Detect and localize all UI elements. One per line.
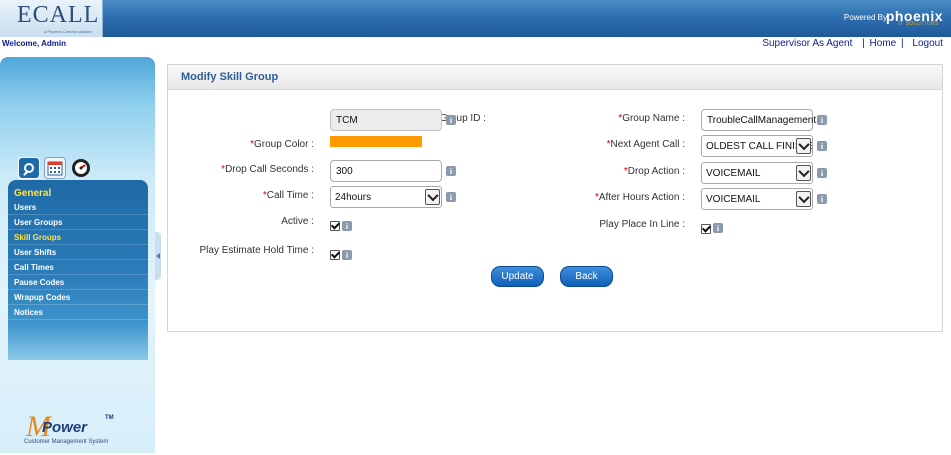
welcome-bar: Welcome, Admin Supervisor As Agent | Hom… <box>0 37 951 51</box>
after-hours-action-label-text: After Hours Action : <box>598 192 685 203</box>
sidebar-collapse-handle[interactable] <box>155 232 161 280</box>
sidebar-item-call-times[interactable]: Call Times <box>8 260 148 275</box>
drop-action-value: VOICEMAIL <box>706 167 761 179</box>
chevron-down-icon[interactable] <box>425 189 440 205</box>
drop-action-select[interactable]: VOICEMAIL <box>701 162 813 184</box>
welcome-text: Welcome, Admin <box>2 39 67 48</box>
drop-call-seconds-label: *Drop Call Seconds : <box>221 164 314 175</box>
play-estimate-hold-time-label: Play Estimate Hold Time : <box>199 245 314 256</box>
sidebar-item-notices[interactable]: Notices <box>8 305 148 320</box>
sidebar-icon-row <box>18 157 92 179</box>
powered-label: Powered By <box>843 13 887 22</box>
call-time-label-text: Call Time : <box>266 190 314 201</box>
sidebar-item-users[interactable]: Users <box>8 200 148 215</box>
after-hours-action-value: VOICEMAIL <box>706 193 761 205</box>
update-button[interactable]: Update <box>491 266 544 287</box>
info-icon[interactable]: i <box>446 115 456 125</box>
sidebar-item-skill-groups[interactable]: Skill Groups <box>8 230 148 245</box>
sidebar: General Users User Groups Skill Groups U… <box>0 57 155 453</box>
next-agent-call-label-text: Next Agent Call : <box>610 139 685 150</box>
sidebar-item-user-groups[interactable]: User Groups <box>8 215 148 230</box>
logo-tagline: a Phoenix Contact solution <box>44 29 92 34</box>
mpower-word: Power <box>42 419 88 436</box>
info-icon[interactable]: i <box>817 194 827 204</box>
info-icon[interactable]: i <box>817 141 827 151</box>
after-hours-action-label: *After Hours Action : <box>595 192 685 203</box>
settings-tools-icon[interactable] <box>18 157 40 179</box>
group-name-label: *Group Name : <box>618 113 685 124</box>
link-separator: | <box>862 38 865 49</box>
active-checkbox[interactable] <box>330 221 340 231</box>
chevron-down-icon[interactable] <box>796 191 811 207</box>
mpower-subtitle: Customer Management System <box>24 439 109 445</box>
info-icon[interactable]: i <box>342 221 352 231</box>
group-name-label-text: Group Name : <box>622 113 685 124</box>
after-hours-action-select[interactable]: VOICEMAIL <box>701 188 813 210</box>
panel-title: Modify Skill Group <box>168 65 942 90</box>
chevron-down-icon[interactable] <box>796 165 811 181</box>
info-icon[interactable]: i <box>446 192 456 202</box>
nav-section-general: General <box>14 188 52 199</box>
chevron-down-icon[interactable] <box>796 138 811 154</box>
group-name-input[interactable]: TroubleCallManagement <box>701 109 816 131</box>
logout-link[interactable]: Logout <box>908 38 943 49</box>
info-icon[interactable]: i <box>817 115 827 125</box>
mpower-tm: TM <box>105 415 114 421</box>
top-header: ECALL a Phoenix Contact solution Powered… <box>0 0 951 37</box>
drop-call-seconds-label-text: Drop Call Seconds : <box>225 164 314 175</box>
skill-group-id-input[interactable]: TCM <box>330 109 442 131</box>
back-button[interactable]: Back <box>560 266 613 287</box>
modify-skill-group-panel: Modify Skill Group *Skill Group ID : TCM… <box>167 64 943 332</box>
top-links: Supervisor As Agent | Home | Logout <box>762 38 943 49</box>
info-icon[interactable]: i <box>342 250 352 260</box>
call-time-label: *Call Time : <box>263 190 314 201</box>
mpower-logo: M Power TM Customer Management System <box>22 410 132 455</box>
powered-by-logo: Powered By phoenix IT SOLUTIONS <box>843 8 945 28</box>
call-time-select[interactable]: 24hours <box>330 186 442 208</box>
sidebar-nav: General Users User Groups Skill Groups U… <box>8 180 148 360</box>
info-icon[interactable]: i <box>817 168 827 178</box>
sidebar-item-user-shifts[interactable]: User Shifts <box>8 245 148 260</box>
sidebar-item-pause-codes[interactable]: Pause Codes <box>8 275 148 290</box>
home-link[interactable]: Home <box>870 38 897 49</box>
gauge-icon[interactable] <box>70 157 92 179</box>
next-agent-call-select[interactable]: OLDEST CALL FINISHED <box>701 135 813 157</box>
info-icon[interactable]: i <box>446 166 456 176</box>
drop-action-label-text: Drop Action : <box>627 166 685 177</box>
link-separator: | <box>901 38 904 49</box>
play-estimate-hold-time-checkbox[interactable] <box>330 250 340 260</box>
calendar-icon[interactable] <box>44 157 66 179</box>
drop-call-seconds-input[interactable]: 300 <box>330 160 442 182</box>
play-place-in-line-label: Play Place In Line : <box>599 219 685 230</box>
active-label: Active : <box>281 216 314 227</box>
play-place-in-line-checkbox[interactable] <box>701 224 711 234</box>
drop-action-label: *Drop Action : <box>624 166 685 177</box>
logo-text: ECALL <box>17 2 100 28</box>
next-agent-call-label: *Next Agent Call : <box>607 139 685 150</box>
group-color-label-text: Group Color : <box>253 139 314 150</box>
sidebar-item-wrapup-codes[interactable]: Wrapup Codes <box>8 290 148 305</box>
info-icon[interactable]: i <box>713 223 723 233</box>
group-color-swatch[interactable] <box>330 136 422 147</box>
phoenix-brand-sub: IT SOLUTIONS <box>898 21 939 27</box>
ecall-logo[interactable]: ECALL a Phoenix Contact solution <box>0 0 103 37</box>
supervisor-as-agent-link[interactable]: Supervisor As Agent <box>762 38 852 49</box>
group-color-label: *Group Color : <box>250 139 314 150</box>
call-time-value: 24hours <box>335 191 372 203</box>
